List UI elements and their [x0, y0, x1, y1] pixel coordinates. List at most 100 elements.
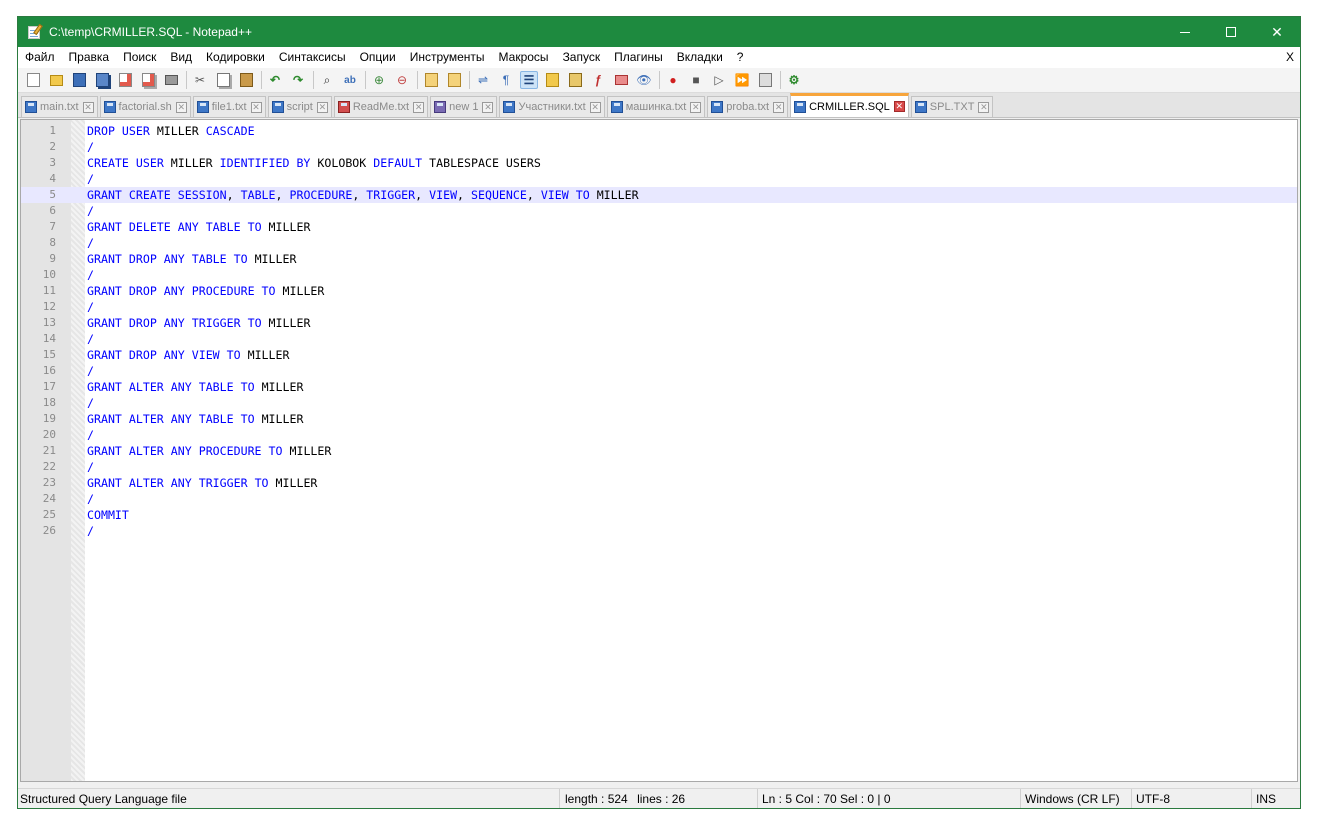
code-line[interactable]: 23 GRANT ALTER ANY TRIGGER TO MILLER [21, 475, 1297, 491]
code-line[interactable]: 8/ [21, 235, 1297, 251]
paste-button[interactable] [237, 71, 255, 89]
code-line[interactable]: 21 GRANT ALTER ANY PROCEDURE TO MILLER [21, 443, 1297, 459]
indent-guide-button[interactable]: ☰ [520, 71, 538, 89]
code-line[interactable]: 22 / [21, 459, 1297, 475]
code-line[interactable]: 5 GRANT CREATE SESSION, TABLE, PROCEDURE,… [21, 187, 1297, 203]
zoom-out-button[interactable]: ⊖ [393, 71, 411, 89]
tab-close-icon[interactable]: ✕ [316, 101, 328, 113]
code-line[interactable]: 10 / [21, 267, 1297, 283]
menu-language[interactable]: Синтаксисы [272, 47, 353, 68]
menu-help[interactable]: ? [730, 47, 751, 68]
stop-record-button[interactable]: ■ [687, 71, 705, 89]
word-wrap-button[interactable]: ⇌ [474, 71, 492, 89]
close-document-button[interactable]: X [1286, 47, 1294, 68]
tab-close-icon[interactable]: ✕ [413, 101, 425, 113]
tab-mashinka-txt[interactable]: машинка.txt ✕ [606, 96, 706, 117]
tab-new-1[interactable]: new 1 ✕ [430, 96, 498, 117]
tab-crmiller-sql[interactable]: CRMILLER.SQL ✕ [790, 93, 909, 117]
code-line[interactable]: 13 GRANT DROP ANY TRIGGER TO MILLER [21, 315, 1297, 331]
code-line[interactable]: 16 / [21, 363, 1297, 379]
menu-view[interactable]: Вид [163, 47, 199, 68]
menu-run[interactable]: Запуск [556, 47, 608, 68]
code-line[interactable]: 26 / [21, 523, 1297, 539]
doc-map-button[interactable] [566, 71, 584, 89]
play-macro-button[interactable]: ▷ [710, 71, 728, 89]
tab-close-icon[interactable]: ✕ [482, 101, 494, 113]
tab-close-icon[interactable]: ✕ [690, 101, 702, 113]
tab-main-txt[interactable]: main.txt ✕ [21, 96, 98, 117]
save-all-button[interactable] [93, 71, 111, 89]
code-line[interactable]: 9 GRANT DROP ANY TABLE TO MILLER [21, 251, 1297, 267]
code-line[interactable]: 11 GRANT DROP ANY PROCEDURE TO MILLER [21, 283, 1297, 299]
code-line[interactable]: 7 GRANT DELETE ANY TABLE TO MILLER [21, 219, 1297, 235]
open-file-button[interactable] [47, 71, 65, 89]
menu-edit[interactable]: Правка [62, 47, 117, 68]
tab-close-icon[interactable]: ✕ [175, 101, 187, 113]
code-line[interactable]: 14 / [21, 331, 1297, 347]
run-macro-multiple-button[interactable]: ⏩ [733, 71, 751, 89]
close-button[interactable] [116, 71, 134, 89]
menu-file[interactable]: Файл [18, 47, 62, 68]
maximize-button[interactable] [1208, 17, 1254, 47]
function-list-button[interactable]: ƒ [589, 71, 607, 89]
menu-macro[interactable]: Макросы [492, 47, 556, 68]
menu-plugins[interactable]: Плагины [607, 47, 670, 68]
replace-button[interactable]: ab [341, 71, 359, 89]
menu-window[interactable]: Вкладки [670, 47, 730, 68]
tab-factorial-sh[interactable]: factorial.sh ✕ [99, 96, 191, 117]
cut-button[interactable]: ✂ [191, 71, 209, 89]
tab-file1-txt[interactable]: file1.txt ✕ [192, 96, 266, 117]
code-line[interactable]: 15 GRANT DROP ANY VIEW TO MILLER [21, 347, 1297, 363]
tab-readme-txt[interactable]: ReadMe.txt ✕ [333, 96, 429, 117]
status-eol[interactable]: Windows (CR LF) [1021, 788, 1132, 808]
code-line[interactable]: 3 CREATE USER MILLER IDENTIFIED BY KOLOBO… [21, 155, 1297, 171]
menu-search[interactable]: Поиск [116, 47, 163, 68]
code-line[interactable]: 1 DROP USER MILLER CASCADE [21, 123, 1297, 139]
sync-vertical-button[interactable] [422, 71, 440, 89]
tab-close-icon[interactable]: ✕ [978, 101, 990, 113]
save-button[interactable] [70, 71, 88, 89]
text-editor[interactable]: 1 DROP USER MILLER CASCADE 2/3 CREATE USER … [20, 119, 1298, 782]
status-encoding[interactable]: UTF-8 [1132, 788, 1252, 808]
tab-proba-txt[interactable]: proba.txt ✕ [707, 96, 789, 117]
code-line[interactable]: 2/ [21, 139, 1297, 155]
minimize-button[interactable] [1162, 17, 1208, 47]
tab-script[interactable]: script ✕ [267, 96, 332, 117]
plugin-button[interactable]: ⚙ [785, 71, 803, 89]
status-mode[interactable]: INS [1252, 789, 1297, 809]
menu-encoding[interactable]: Кодировки [199, 47, 272, 68]
user-lang-button[interactable] [543, 71, 561, 89]
tab-close-icon[interactable]: ✕ [250, 101, 262, 113]
zoom-in-button[interactable]: ⊕ [370, 71, 388, 89]
print-button[interactable] [162, 71, 180, 89]
monitoring-button[interactable]: 👁 [635, 71, 653, 89]
folder-workspace-button[interactable] [612, 71, 630, 89]
redo-button[interactable]: ↷ [289, 71, 307, 89]
record-macro-button[interactable]: ● [664, 71, 682, 89]
code-area[interactable]: 1 DROP USER MILLER CASCADE 2/3 CREATE USER … [21, 123, 1297, 539]
close-window-button[interactable]: ✕ [1254, 17, 1300, 47]
menu-settings[interactable]: Опции [353, 47, 403, 68]
sync-horizontal-button[interactable] [445, 71, 463, 89]
show-all-chars-button[interactable]: ¶ [497, 71, 515, 89]
copy-button[interactable] [214, 71, 232, 89]
code-line[interactable]: 12 / [21, 299, 1297, 315]
code-line[interactable]: 19 GRANT ALTER ANY TABLE TO MILLER [21, 411, 1297, 427]
tab-close-icon[interactable]: ✕ [589, 101, 601, 113]
tab-close-icon[interactable]: ✕ [893, 101, 905, 112]
tab-spl-txt[interactable]: SPL.TXT ✕ [910, 96, 994, 117]
save-macro-button[interactable] [756, 71, 774, 89]
code-line[interactable]: 6/ [21, 203, 1297, 219]
tab-uchastniki-txt[interactable]: Участники.txt ✕ [499, 96, 605, 117]
close-all-button[interactable] [139, 71, 157, 89]
find-button[interactable]: ⌕ [318, 71, 336, 89]
tab-close-icon[interactable]: ✕ [773, 101, 785, 113]
code-line[interactable]: 4/ [21, 171, 1297, 187]
code-line[interactable]: 17 GRANT ALTER ANY TABLE TO MILLER [21, 379, 1297, 395]
undo-button[interactable]: ↶ [266, 71, 284, 89]
code-line[interactable]: 18 / [21, 395, 1297, 411]
menu-tools[interactable]: Инструменты [403, 47, 492, 68]
code-line[interactable]: 25 COMMIT [21, 507, 1297, 523]
tab-close-icon[interactable]: ✕ [82, 101, 94, 113]
code-line[interactable]: 20 / [21, 427, 1297, 443]
